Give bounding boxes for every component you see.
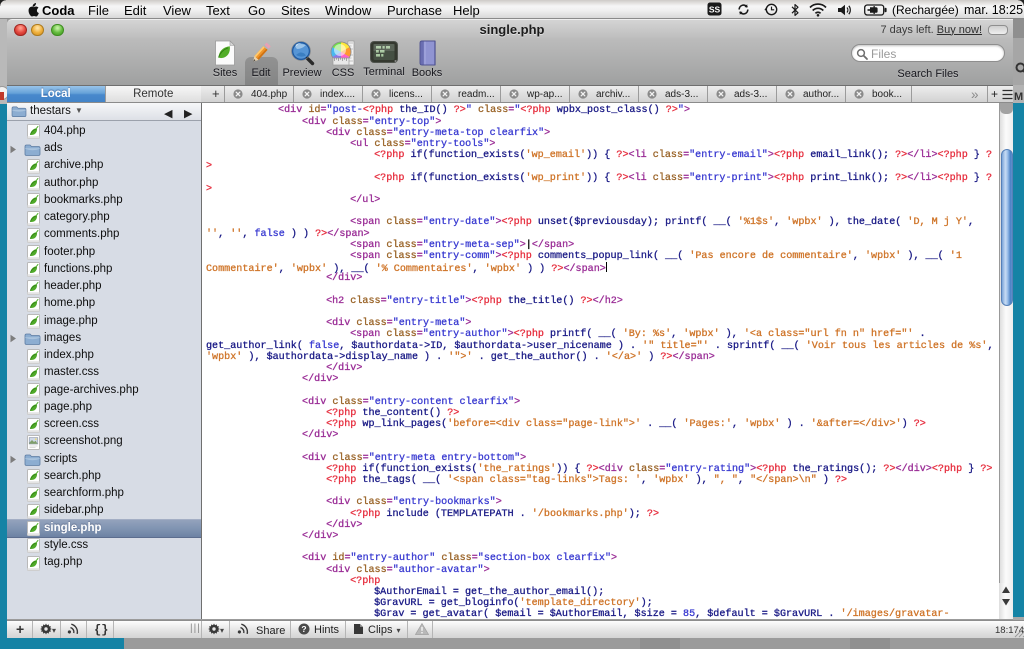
svg-text:?: ? xyxy=(301,624,306,634)
svg-text:SS: SS xyxy=(709,5,721,15)
